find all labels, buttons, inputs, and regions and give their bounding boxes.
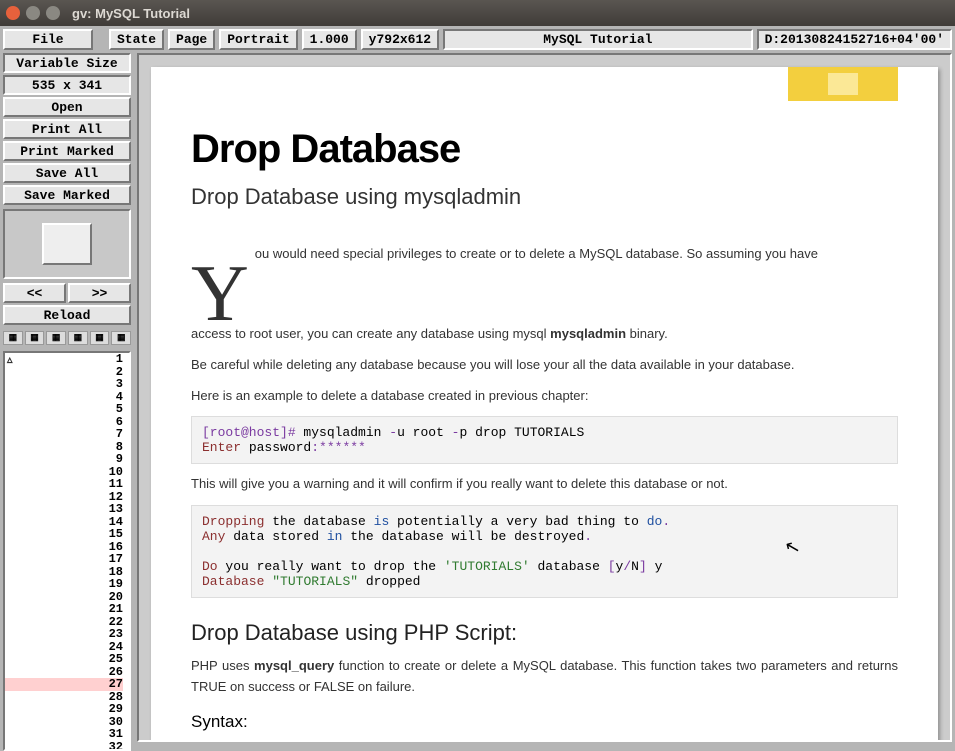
sidebar: Variable Size 535 x 341 Open Print All P… bbox=[3, 53, 131, 742]
state-button[interactable]: State bbox=[109, 29, 164, 50]
orientation-button[interactable]: Portrait bbox=[219, 29, 297, 50]
page-list-item[interactable]: 17 bbox=[5, 553, 123, 566]
paragraph: Here is an example to delete a database … bbox=[191, 386, 898, 407]
close-icon[interactable] bbox=[6, 6, 20, 20]
view-icon[interactable]: ▦ bbox=[46, 331, 66, 345]
open-button[interactable]: Open bbox=[3, 97, 131, 117]
zoom-button[interactable]: 1.000 bbox=[302, 29, 357, 50]
page-list-item[interactable]: 15 bbox=[5, 528, 123, 541]
page-list-item[interactable]: 2 bbox=[5, 366, 123, 379]
text-bold: mysql_query bbox=[254, 658, 334, 673]
page-list-item[interactable]: 22 bbox=[5, 616, 123, 629]
page-list-item[interactable]: 26 bbox=[5, 666, 123, 679]
code-block: [root@host]# mysqladmin -u root -p drop … bbox=[191, 416, 898, 464]
page-list-item[interactable]: 5 bbox=[5, 403, 123, 416]
print-marked-button[interactable]: Print Marked bbox=[3, 141, 131, 161]
page-list-item[interactable]: 18 bbox=[5, 566, 123, 579]
text-bold: mysqladmin bbox=[550, 326, 626, 341]
document-title-display: MySQL Tutorial bbox=[443, 29, 752, 50]
text: access to root user, you can create any … bbox=[191, 326, 550, 341]
file-menu-button[interactable]: File bbox=[3, 29, 93, 50]
page-list-item[interactable]: 28 bbox=[5, 691, 123, 704]
scale-mode-label: Variable Size bbox=[3, 53, 131, 73]
page-list-item[interactable]: 10 bbox=[5, 466, 123, 479]
page-list-item[interactable]: 25 bbox=[5, 653, 123, 666]
paragraph: access to root user, you can create any … bbox=[191, 324, 898, 345]
paragraph: This will give you a warning and it will… bbox=[191, 474, 898, 495]
page-list-item[interactable]: 4 bbox=[5, 391, 123, 404]
media-button[interactable]: y792x612 bbox=[361, 29, 439, 50]
prev-page-button[interactable]: << bbox=[3, 283, 66, 303]
chapter-tab-icon bbox=[788, 67, 898, 101]
page-list-item[interactable]: 16 bbox=[5, 541, 123, 554]
view-icon[interactable]: ▦ bbox=[111, 331, 131, 345]
document-viewport[interactable]: Drop Database Drop Database using mysqla… bbox=[137, 53, 952, 742]
next-page-button[interactable]: >> bbox=[68, 283, 131, 303]
text: PHP uses bbox=[191, 658, 254, 673]
page-list-item[interactable]: 19 bbox=[5, 578, 123, 591]
section-heading: Drop Database using PHP Script: bbox=[191, 620, 898, 646]
window-titlebar: gv: MySQL Tutorial bbox=[0, 0, 955, 26]
drop-cap: Y bbox=[191, 264, 249, 324]
page-list-item[interactable]: 23 bbox=[5, 628, 123, 641]
page-list-item[interactable]: 21 bbox=[5, 603, 123, 616]
reload-button[interactable]: Reload bbox=[3, 305, 131, 325]
page-list-item[interactable]: 30 bbox=[5, 716, 123, 729]
page-list-item[interactable]: 13 bbox=[5, 503, 123, 516]
view-icon[interactable]: ▦ bbox=[3, 331, 23, 345]
page-list-item[interactable]: 27 bbox=[5, 678, 123, 691]
text: ou would need special privileges to crea… bbox=[255, 246, 818, 261]
view-icon[interactable]: ▦ bbox=[90, 331, 110, 345]
page-button[interactable]: Page bbox=[168, 29, 215, 50]
paragraph: Be careful while deleting any database b… bbox=[191, 355, 898, 376]
document-page: Drop Database Drop Database using mysqla… bbox=[151, 67, 938, 742]
document-timestamp: D:20130824152716+04'00' bbox=[757, 29, 952, 50]
print-all-button[interactable]: Print All bbox=[3, 119, 131, 139]
text: binary. bbox=[626, 326, 668, 341]
toolbar: File State Page Portrait 1.000 y792x612 … bbox=[0, 26, 955, 50]
page-list-item[interactable]: 7 bbox=[5, 428, 123, 441]
page-list-item[interactable]: 29 bbox=[5, 703, 123, 716]
page-list-item[interactable]: 14 bbox=[5, 516, 123, 529]
dimensions-display: 535 x 341 bbox=[3, 75, 131, 95]
paragraph: PHP uses mysql_query function to create … bbox=[191, 656, 898, 698]
page-list-item[interactable]: 31 bbox=[5, 728, 123, 741]
page-list-item[interactable]: 8 bbox=[5, 441, 123, 454]
scroll-marker-icon: ▵ bbox=[7, 353, 13, 367]
page-list-item[interactable]: 6 bbox=[5, 416, 123, 429]
maximize-icon[interactable] bbox=[46, 6, 60, 20]
save-marked-button[interactable]: Save Marked bbox=[3, 185, 131, 205]
view-icon[interactable]: ▦ bbox=[25, 331, 45, 345]
page-thumbnail[interactable] bbox=[3, 209, 131, 279]
paragraph: Y ou would need special privileges to cr… bbox=[191, 244, 898, 265]
page-number-list[interactable]: ▵ 12345678910111213141516171819202122232… bbox=[3, 351, 131, 751]
page-list-item[interactable]: 24 bbox=[5, 641, 123, 654]
page-list-item[interactable]: 20 bbox=[5, 591, 123, 604]
section-heading: Drop Database using mysqladmin bbox=[191, 184, 898, 210]
page-list-item[interactable]: 9 bbox=[5, 453, 123, 466]
minimize-icon[interactable] bbox=[26, 6, 40, 20]
page-list-item[interactable]: 1 bbox=[5, 353, 123, 366]
page-list-item[interactable]: 32 bbox=[5, 741, 123, 751]
subsection-heading: Syntax: bbox=[191, 712, 898, 732]
save-all-button[interactable]: Save All bbox=[3, 163, 131, 183]
page-list-item[interactable]: 3 bbox=[5, 378, 123, 391]
window-title: gv: MySQL Tutorial bbox=[72, 6, 190, 21]
page-list-item[interactable]: 12 bbox=[5, 491, 123, 504]
page-list-item[interactable]: 11 bbox=[5, 478, 123, 491]
view-mode-icons[interactable]: ▦ ▦ ▦ ▦ ▦ ▦ bbox=[3, 329, 131, 347]
view-icon[interactable]: ▦ bbox=[68, 331, 88, 345]
